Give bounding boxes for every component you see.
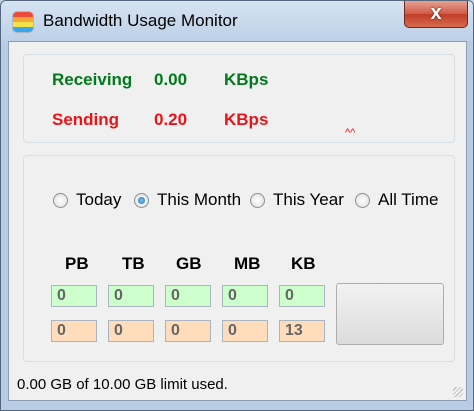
radio-today-label: Today	[76, 190, 122, 209]
column-header-gb: GB	[176, 254, 202, 273]
app-icon	[13, 12, 33, 32]
radio-this-year[interactable]: This Year	[250, 190, 344, 210]
radio-today[interactable]: Today	[53, 190, 121, 210]
received-mb-field[interactable]: 0	[222, 285, 268, 307]
sending-value: 0.20	[154, 110, 188, 129]
radio-circle[interactable]	[134, 192, 149, 208]
window-title: Bandwidth Usage Monitor	[43, 11, 238, 30]
radio-circle[interactable]	[250, 192, 265, 208]
sent-tb-field[interactable]: 0	[108, 320, 154, 342]
radio-this-month[interactable]: This Month	[134, 190, 241, 210]
action-button[interactable]	[336, 283, 444, 345]
radio-circle[interactable]	[355, 192, 370, 208]
column-header-mb: MB	[234, 254, 261, 273]
radio-all-time[interactable]: All Time	[355, 190, 438, 210]
column-header-kb: KB	[291, 254, 316, 273]
received-tb-field[interactable]: 0	[108, 285, 154, 307]
close-button[interactable]: x	[404, 1, 468, 28]
status-bar: 0.00 GB of 10.00 GB limit used.	[8, 370, 467, 401]
main-panel: Receiving 0.00 KBps Sending 0.20 KBps ^^…	[8, 41, 467, 371]
sent-pb-field[interactable]: 0	[51, 320, 97, 342]
activity-marker: ^^	[345, 127, 356, 139]
column-header-tb: TB	[122, 254, 145, 273]
sending-label: Sending	[52, 110, 120, 129]
received-gb-field[interactable]: 0	[165, 285, 211, 307]
radio-all-time-label: All Time	[378, 190, 439, 209]
radio-circle[interactable]	[53, 192, 68, 208]
sending-unit: KBps	[224, 110, 269, 129]
sent-gb-field[interactable]: 0	[165, 320, 211, 342]
column-header-pb: PB	[65, 254, 89, 273]
sent-mb-field[interactable]: 0	[222, 320, 268, 342]
sent-kb-field[interactable]: 13	[279, 320, 325, 342]
resize-grip-icon[interactable]	[453, 387, 463, 397]
received-kb-field[interactable]: 0	[279, 285, 325, 307]
receiving-label: Receiving	[52, 70, 133, 89]
title-bar[interactable]: Bandwidth Usage Monitor x	[1, 1, 473, 41]
receiving-value: 0.00	[154, 70, 188, 89]
radio-this-month-label: This Month	[157, 190, 242, 209]
receiving-unit: KBps	[224, 70, 269, 89]
received-pb-field[interactable]: 0	[51, 285, 97, 307]
app-window: Bandwidth Usage Monitor x Receiving 0.00…	[0, 0, 474, 411]
limit-status-text: 0.00 GB of 10.00 GB limit used.	[17, 376, 228, 393]
radio-this-year-label: This Year	[273, 190, 344, 209]
